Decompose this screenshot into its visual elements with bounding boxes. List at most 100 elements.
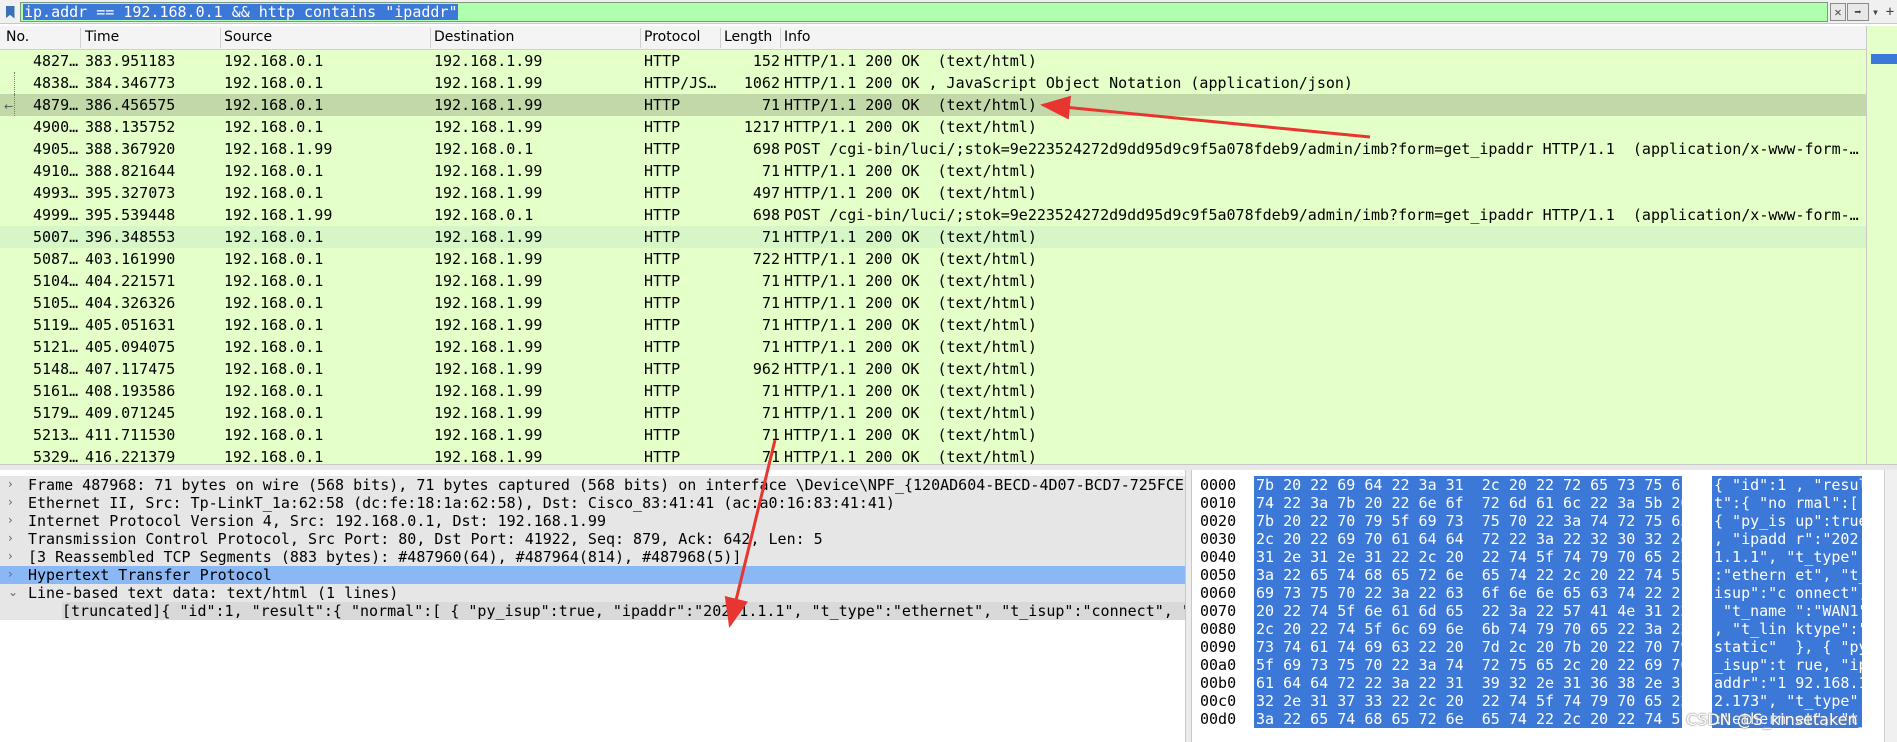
column-header-length[interactable]: Length [724, 29, 772, 45]
packet-row[interactable]: 4827… 383.951183 192.168.0.1 192.168.1.99 HT… [0, 50, 1866, 72]
detail-tree-item[interactable]: › [3 Reassembled TCP Segments (883 bytes)… [0, 548, 1185, 566]
bytes-ascii[interactable]: 2.173", "t_type" [1712, 692, 1862, 710]
chevron-right-icon[interactable]: › [8, 513, 20, 529]
packet-row[interactable]: 5119… 405.051631 192.168.0.1 192.168.1.99 HT… [0, 314, 1866, 336]
packet-row[interactable]: 5104… 404.221571 192.168.0.1 192.168.1.99 HT… [0, 270, 1866, 292]
packet-row[interactable]: 5121… 405.094075 192.168.0.1 192.168.1.99 HT… [0, 336, 1866, 358]
chevron-right-icon[interactable]: › [8, 477, 20, 493]
packet-source: 192.168.0.1 [224, 118, 324, 136]
detail-tree-leaf[interactable]: [truncated]{ "id":1, "result":{ "normal"… [0, 602, 1185, 620]
chevron-right-icon[interactable]: › [8, 549, 20, 565]
bytes-hex[interactable]: 7b 20 22 70 79 5f 69 73 75 70 22 3a 74 7… [1254, 512, 1689, 530]
packet-row[interactable]: 4993… 395.327073 192.168.0.1 192.168.1.99 HT… [0, 182, 1866, 204]
bytes-hex[interactable]: 73 74 61 74 69 63 22 20 7d 2c 20 7b 20 2… [1254, 638, 1689, 656]
bookmark-icon[interactable] [2, 3, 18, 21]
bytes-ascii[interactable]: , "ipadd r":"202. [1712, 530, 1862, 548]
packet-info: HTTP/1.1 200 OK (text/html) [784, 294, 1037, 312]
bytes-hex[interactable]: 20 22 74 5f 6e 61 6d 65 22 3a 22 57 41 4… [1254, 602, 1689, 620]
column-header-protocol[interactable]: Protocol [644, 29, 700, 45]
display-filter-input[interactable]: ip.addr == 192.168.0.1 && http contains … [20, 2, 1828, 22]
bytes-hex[interactable]: 61 64 64 72 22 3a 22 31 39 32 2e 31 36 3… [1254, 674, 1689, 692]
bytes-hex[interactable]: 2c 20 22 69 70 61 64 64 72 22 3a 22 32 3… [1254, 530, 1689, 548]
packet-source: 192.168.0.1 [224, 272, 324, 290]
chevron-down-icon[interactable]: ⌄ [8, 585, 20, 601]
chevron-right-icon[interactable]: › [8, 567, 20, 583]
bytes-hex[interactable]: 32 2e 31 37 33 22 2c 20 22 74 5f 74 79 7… [1254, 692, 1689, 710]
detail-tree-label: Transmission Control Protocol, Src Port:… [28, 530, 823, 548]
bytes-ascii[interactable]: "t_name ":"WAN1" [1712, 602, 1862, 620]
bytes-ascii[interactable]: { "py_is up":true [1712, 512, 1862, 530]
bytes-hex[interactable]: 2c 20 22 74 5f 6c 69 6e 6b 74 79 70 65 2… [1254, 620, 1689, 638]
filter-history-dropdown[interactable]: ▾ [1870, 3, 1881, 21]
packet-row[interactable]: 5179… 409.071245 192.168.0.1 192.168.1.99 HT… [0, 402, 1866, 424]
bytes-ascii[interactable]: { "id":1 , "resul [1712, 476, 1862, 494]
bytes-hex[interactable]: 3a 22 65 74 68 65 72 6e 65 74 22 2c 20 2… [1254, 710, 1689, 728]
packet-source: 192.168.0.1 [224, 316, 324, 334]
detail-tree-label: Line-based text data: text/html (1 lines… [28, 584, 399, 602]
column-header-no[interactable]: No. [6, 29, 29, 45]
bytes-ascii[interactable]: addr":"1 92.168.1 [1712, 674, 1862, 692]
clear-filter-button[interactable]: ✕ [1830, 3, 1846, 21]
packet-row[interactable]: 4900… 388.135752 192.168.0.1 192.168.1.99 HT… [0, 116, 1866, 138]
bytes-hex[interactable]: 31 2e 31 2e 31 22 2c 20 22 74 5f 74 79 7… [1254, 548, 1689, 566]
column-header-time[interactable]: Time [85, 29, 119, 45]
bytes-ascii[interactable]: , "t_lin ktype":" [1712, 620, 1862, 638]
packet-row[interactable]: ← 4879… 386.456575 192.168.0.1 192.168.1.99 H… [0, 94, 1866, 116]
packet-row[interactable]: 5213… 411.711530 192.168.0.1 192.168.1.99 HT… [0, 424, 1866, 446]
apply-filter-button[interactable]: ➡ [1847, 3, 1869, 21]
bytes-hex[interactable]: 69 73 75 70 22 3a 22 63 6f 6e 6e 65 63 7… [1254, 584, 1689, 602]
bytes-ascii[interactable]: :"ethern et", "t_ [1712, 566, 1862, 584]
bytes-ascii[interactable]: static" }, { "py [1712, 638, 1862, 656]
packet-source: 192.168.1.99 [224, 206, 333, 224]
packet-row[interactable]: 4999… 395.539448 192.168.1.99 192.168.0.1 HT… [0, 204, 1866, 226]
filter-expression[interactable]: ip.addr == 192.168.0.1 && http contains … [23, 4, 459, 20]
detail-tree-item[interactable]: › Frame 487968: 71 bytes on wire (568 bit… [0, 476, 1185, 494]
packet-row[interactable]: 5148… 407.117475 192.168.0.1 192.168.1.99 HT… [0, 358, 1866, 380]
packet-time: 405.094075 [85, 338, 176, 356]
bytes-row: 0060 69 73 75 70 22 3a 22 63 6f 6e 6e 65 … [1192, 584, 1897, 602]
bytes-ascii[interactable]: _isup":t rue, "ip [1712, 656, 1862, 674]
chevron-right-icon[interactable]: › [8, 495, 20, 511]
packet-row[interactable]: 4905… 388.367920 192.168.1.99 192.168.0.1 HT… [0, 138, 1866, 160]
bytes-hex[interactable]: 7b 20 22 69 64 22 3a 31 2c 20 22 72 65 7… [1254, 476, 1689, 494]
chevron-right-icon[interactable]: › [8, 531, 20, 547]
packet-info: HTTP/1.1 200 OK , JavaScript Object Nota… [784, 74, 1353, 92]
bytes-ascii[interactable]: t":{ "no rmal":[ [1712, 494, 1862, 512]
packet-destination: 192.168.0.1 [434, 140, 534, 158]
packet-row[interactable]: 4838… 384.346773 192.168.0.1 192.168.1.99 HT… [0, 72, 1866, 94]
packet-list-minimap[interactable] [1866, 26, 1897, 464]
detail-tree-item[interactable]: › Transmission Control Protocol, Src Port… [0, 530, 1185, 548]
bytes-row: 0090 73 74 61 74 69 63 22 20 7d 2c 20 7b … [1192, 638, 1897, 656]
packet-row[interactable]: 5007… 396.348553 192.168.0.1 192.168.1.99 HT… [0, 226, 1866, 248]
packet-number: 5161… [33, 382, 79, 400]
packet-time: 383.951183 [85, 52, 176, 70]
bytes-scrollbar[interactable] [1884, 470, 1897, 742]
bytes-hex[interactable]: 3a 22 65 74 68 65 72 6e 65 74 22 2c 20 2… [1254, 566, 1689, 584]
column-header-destination[interactable]: Destination [434, 29, 514, 45]
column-header-info[interactable]: Info [784, 29, 811, 45]
packet-time: 384.346773 [85, 74, 176, 92]
detail-tree-label: [truncated]{ "id":1, "result":{ "normal"… [62, 602, 1185, 620]
packet-row[interactable]: 5329… 416.221379 192.168.0.1 192.168.1.99 HT… [0, 446, 1866, 464]
packet-row[interactable]: 5087… 403.161990 192.168.0.1 192.168.1.99 HT… [0, 248, 1866, 270]
minimap-selected-marker [1871, 54, 1897, 64]
column-header-source[interactable]: Source [224, 29, 272, 45]
detail-tree-item[interactable]: › Hypertext Transfer Protocol [0, 566, 1185, 584]
bytes-ascii[interactable]: isup":"c onnect", [1712, 584, 1862, 602]
packet-number: 5104… [33, 272, 79, 290]
bytes-hex[interactable]: 5f 69 73 75 70 22 3a 74 72 75 65 2c 20 2… [1254, 656, 1689, 674]
packet-row[interactable]: 5161… 408.193586 192.168.0.1 192.168.1.99 HT… [0, 380, 1866, 402]
packet-number: 5148… [33, 360, 79, 378]
packet-time: 388.367920 [85, 140, 176, 158]
packet-info: HTTP/1.1 200 OK (text/html) [784, 52, 1037, 70]
detail-tree-item[interactable]: › Internet Protocol Version 4, Src: 192.1… [0, 512, 1185, 530]
packet-row[interactable]: 4910… 388.821644 192.168.0.1 192.168.1.99 HT… [0, 160, 1866, 182]
packet-row[interactable]: 5105… 404.326326 192.168.0.1 192.168.1.99 HT… [0, 292, 1866, 314]
add-filter-button[interactable]: + [1883, 3, 1897, 21]
bytes-hex[interactable]: 74 22 3a 7b 20 22 6e 6f 72 6d 61 6c 22 3… [1254, 494, 1689, 512]
detail-tree-item[interactable]: ⌄ Line-based text data: text/html (1 line… [0, 584, 1185, 602]
pane-splitter-vertical[interactable] [1185, 470, 1192, 742]
packet-info: HTTP/1.1 200 OK (text/html) [784, 316, 1037, 334]
bytes-ascii[interactable]: 1.1.1", "t_type" [1712, 548, 1862, 566]
detail-tree-item[interactable]: › Ethernet II, Src: Tp-LinkT_1a:62:58 (dc… [0, 494, 1185, 512]
